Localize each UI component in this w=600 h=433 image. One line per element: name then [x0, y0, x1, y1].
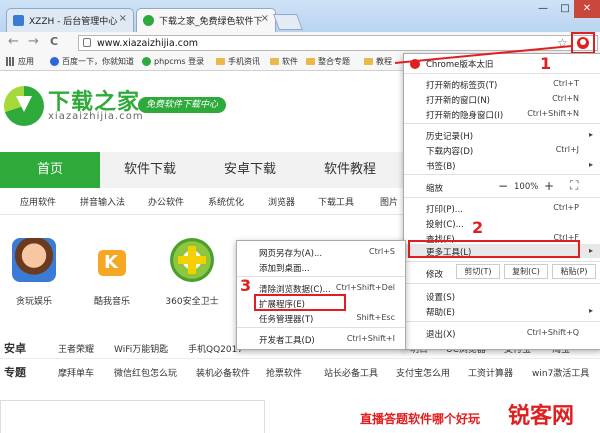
annotation-arrows	[394, 45, 573, 64]
step-number-2: 2	[472, 218, 484, 237]
step-number-3: 3	[240, 276, 252, 295]
step-number-1: 1	[540, 54, 552, 73]
